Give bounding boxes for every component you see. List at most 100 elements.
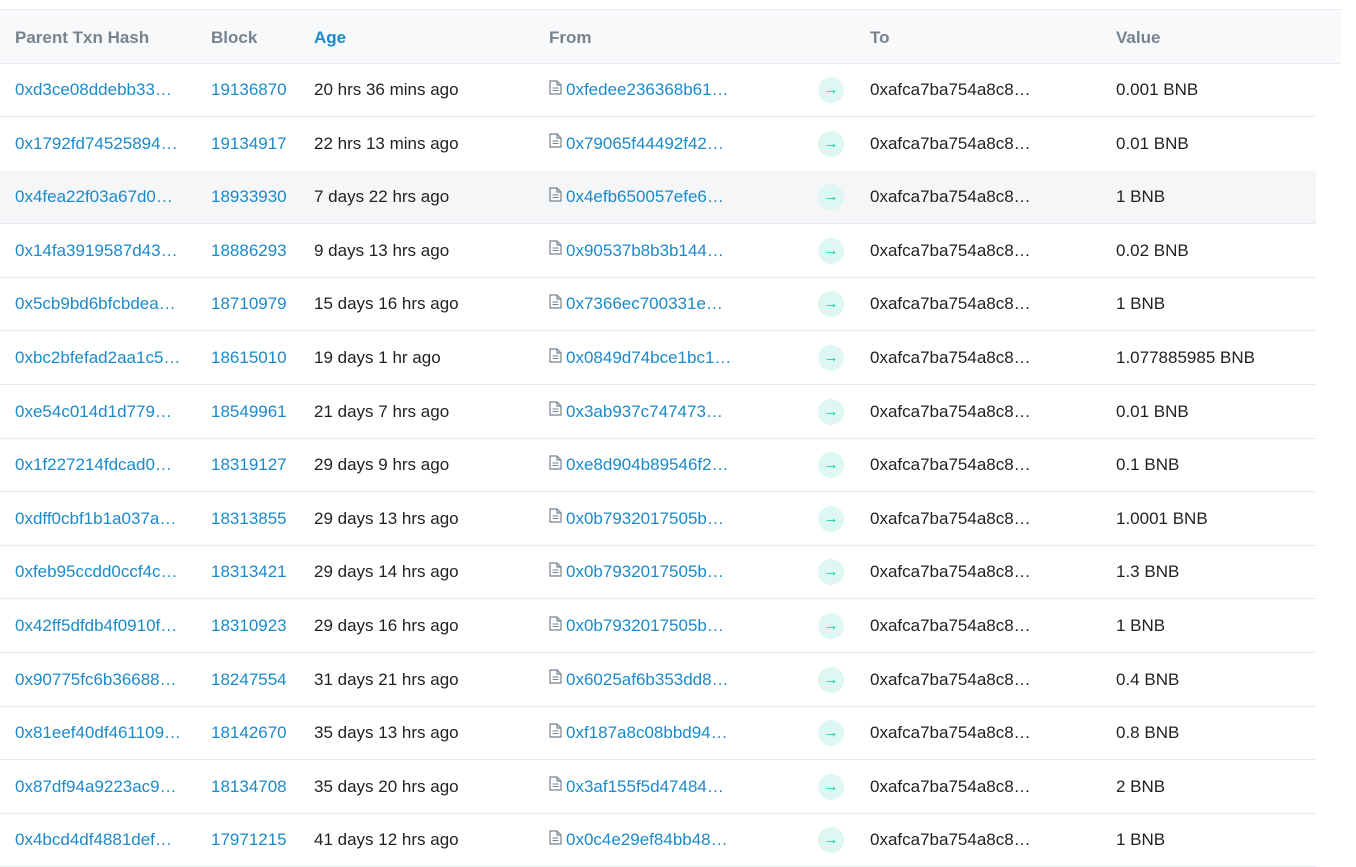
from-address-link[interactable]: 0x0b7932017505b… [566,509,724,528]
direction-cell: → [818,117,844,170]
age-text: 15 days 16 hrs ago [314,294,459,314]
from-address-link[interactable]: 0xe8d904b89546f2… [566,455,729,474]
header-age-toggle[interactable]: Age [314,28,346,48]
direction-cell: → [818,653,844,706]
internal-transactions-table: Parent Txn Hash Block Age From To Value … [0,0,1356,867]
arrow-right-icon: → [818,345,844,371]
from-address-link[interactable]: 0x3af155f5d47484… [566,777,724,796]
from-address-cell: 0x3ab937c747473… [549,385,799,438]
parent-txn-hash-link[interactable]: 0xdff0cbf1b1a037a… [15,492,195,545]
arrow-right-icon: → [818,827,844,854]
block-link[interactable]: 18549961 [211,385,306,438]
parent-txn-hash-link[interactable]: 0x90775fc6b36688… [15,653,195,706]
block-link[interactable]: 18313421 [211,545,306,598]
arrow-right-icon: → [818,773,844,800]
direction-cell: → [818,492,844,545]
direction-cell: → [818,760,844,813]
block-link[interactable]: 18247554 [211,653,306,706]
to-address-text: 0xafca7ba754a8c8… [870,669,1031,689]
direction-cell: → [818,706,844,759]
parent-txn-hash-link[interactable]: 0xe54c014d1d779… [15,385,195,438]
from-address-link[interactable]: 0x0b7932017505b… [566,562,724,581]
parent-txn-hash-link[interactable]: 0x42ff5dfdb4f0910f… [15,599,195,652]
parent-txn-hash-link[interactable]: 0x1f227214fdcad0… [15,438,195,491]
document-icon [549,813,562,866]
document-icon [549,706,562,759]
from-address-cell: 0xf187a8c08bbd94… [549,706,799,759]
document-icon [549,170,562,223]
value-text: 1.3 BNB [1116,562,1180,582]
from-address-link[interactable]: 0x4efb650057efe6… [566,187,724,206]
block-link[interactable]: 18319127 [211,438,306,491]
from-address-link[interactable]: 0x79065f44492f42… [566,134,724,153]
age-text: 29 days 16 hrs ago [314,616,459,635]
parent-txn-hash-link[interactable]: 0x5cb9bd6bfcbdea… [15,277,195,330]
to-address-text: 0xafca7ba754a8c8… [870,830,1031,850]
parent-txn-hash-link[interactable]: 0xd3ce08ddebb33… [15,63,195,116]
block-link[interactable]: 18933930 [211,170,306,223]
document-icon [549,599,562,652]
block-link[interactable]: 18134708 [211,760,306,813]
value-text: 1.077885985 BNB [1116,348,1255,367]
block-link[interactable]: 18142670 [211,706,306,759]
direction-cell: → [818,170,844,223]
value-text: 0.001 BNB [1116,80,1199,99]
value-text: 1 BNB [1116,830,1166,850]
age-text: 35 days 13 hrs ago [314,723,459,743]
to-address-text: 0xafca7ba754a8c8… [870,455,1031,475]
from-address-cell: 0x90537b8b3b144… [549,224,799,277]
from-address-link[interactable]: 0xfedee236368b61… [566,80,729,99]
table-row: 0x42ff5dfdb4f0910f… 18310923 29 days 16 hr… [0,599,1316,653]
block-link[interactable]: 18886293 [211,224,306,277]
from-address-link[interactable]: 0x0b7932017505b… [566,616,724,635]
from-address-link[interactable]: 0x90537b8b3b144… [566,241,724,260]
from-address-link[interactable]: 0x0849d74bce1bc1… [566,348,731,367]
from-address-cell: 0x0b7932017505b… [549,545,799,598]
block-link[interactable]: 18313855 [211,492,306,545]
from-address-link[interactable]: 0xf187a8c08bbd94… [566,723,728,742]
arrow-right-icon: → [818,291,844,318]
parent-txn-hash-link[interactable]: 0x4fea22f03a67d0… [15,170,195,223]
document-icon [549,545,562,598]
to-address-text: 0xafca7ba754a8c8… [870,187,1031,207]
to-address-text: 0xafca7ba754a8c8… [870,401,1031,421]
arrow-right-icon: → [818,613,844,639]
block-link[interactable]: 17971215 [211,813,306,866]
from-address-cell: 0xfedee236368b61… [549,63,799,116]
to-address-text: 0xafca7ba754a8c8… [870,723,1031,743]
age-text: 29 days 14 hrs ago [314,562,459,582]
to-address-text: 0xafca7ba754a8c8… [870,508,1031,528]
from-address-link[interactable]: 0x7366ec700331e… [566,294,723,313]
header-from: From [549,28,592,47]
parent-txn-hash-link[interactable]: 0x87df94a9223ac9… [15,760,195,813]
age-text: 35 days 20 hrs ago [314,776,459,796]
table-row: 0xfeb95ccdd0ccf4c… 18313421 29 days 14 hrs… [0,545,1316,600]
parent-txn-hash-link[interactable]: 0x1792fd74525894… [15,117,195,170]
block-link[interactable]: 19136870 [211,63,306,116]
from-address-link[interactable]: 0x6025af6b353dd8… [566,670,729,689]
parent-txn-hash-link[interactable]: 0x4bcd4df4881def… [15,813,195,866]
value-text: 1 BNB [1116,616,1166,635]
direction-cell: → [818,63,844,116]
parent-txn-hash-link[interactable]: 0xfeb95ccdd0ccf4c… [15,545,195,598]
table-row: 0x4bcd4df4881def… 17971215 41 days 12 hrs … [0,813,1316,867]
direction-cell: → [818,545,844,598]
from-address-cell: 0x0b7932017505b… [549,599,799,652]
table-row: 0x90775fc6b36688… 18247554 31 days 21 hrs … [0,653,1316,707]
parent-txn-hash-link[interactable]: 0xbc2bfefad2aa1c5… [15,331,195,384]
block-link[interactable]: 18310923 [211,599,306,652]
arrow-right-icon: → [818,452,844,479]
block-link[interactable]: 19134917 [211,117,306,170]
arrow-right-icon: → [818,720,844,747]
value-text: 0.8 BNB [1116,723,1180,743]
from-address-link[interactable]: 0x3ab937c747473… [566,402,723,421]
arrow-right-icon: → [818,666,844,693]
block-link[interactable]: 18615010 [211,331,306,384]
parent-txn-hash-link[interactable]: 0x81eef40df461109… [15,706,195,759]
from-address-cell: 0x0c4e29ef84bb48… [549,813,799,866]
block-link[interactable]: 18710979 [211,277,306,330]
table-row: 0x81eef40df461109… 18142670 35 days 13 hrs… [0,706,1316,761]
from-address-link[interactable]: 0x0c4e29ef84bb48… [566,830,728,849]
parent-txn-hash-link[interactable]: 0x14fa3919587d43… [15,224,195,277]
document-icon [549,331,562,384]
